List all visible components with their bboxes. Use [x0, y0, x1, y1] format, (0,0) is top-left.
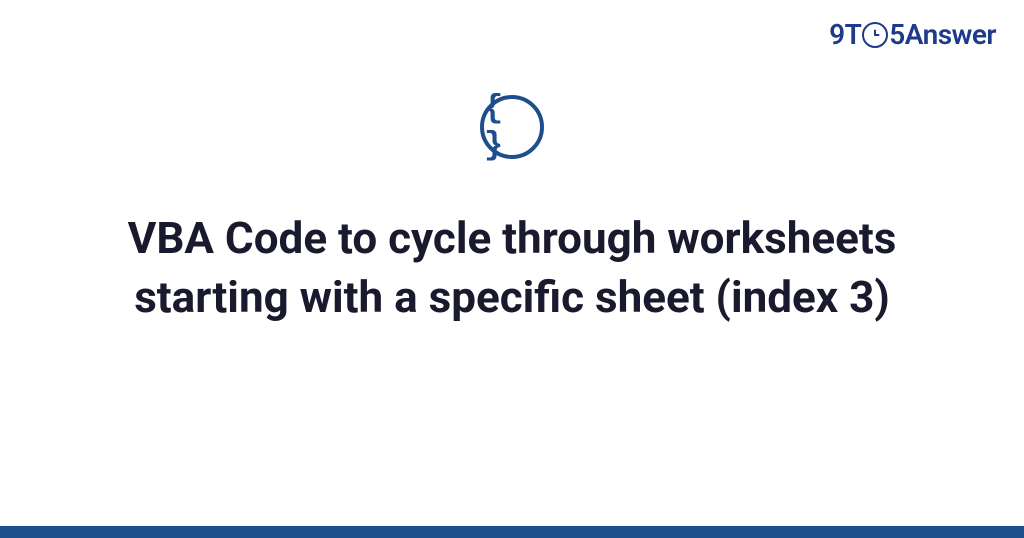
main-content: { } VBA Code to cycle through worksheets…: [0, 95, 1024, 328]
clock-icon: [862, 22, 888, 48]
page-title: VBA Code to cycle through worksheets sta…: [62, 209, 962, 328]
code-braces-icon: { }: [480, 95, 544, 159]
logo-suffix: 5Answer: [889, 18, 996, 51]
site-logo[interactable]: 9T 5Answer: [829, 18, 996, 51]
footer-bar: [0, 526, 1024, 538]
braces-glyph: { }: [484, 90, 540, 164]
logo-prefix: 9T: [829, 18, 861, 51]
